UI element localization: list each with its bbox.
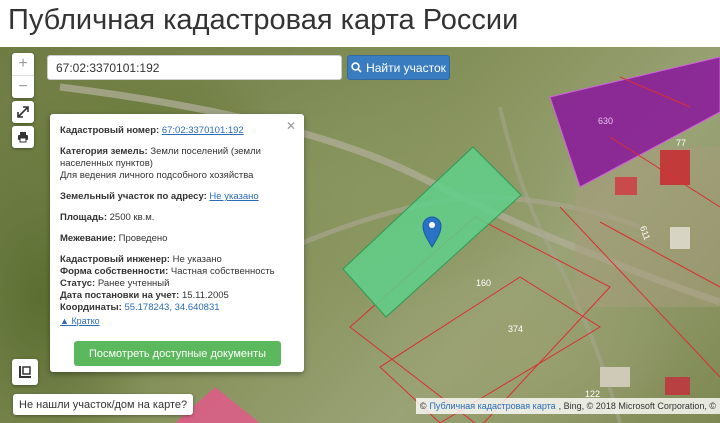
registration-date-value: 15.11.2005	[181, 290, 229, 301]
house-roof	[615, 177, 637, 195]
parcel-label: 160	[476, 278, 491, 288]
not-found-button[interactable]: Не нашли участок/дом на карте?	[13, 394, 194, 415]
ownership-value: Частная собственность	[170, 266, 275, 277]
search-button[interactable]: Найти участок	[347, 55, 450, 80]
fullscreen-button[interactable]	[12, 101, 34, 123]
search-icon	[351, 62, 362, 73]
land-usage-value: Для ведения личного подсобного хозяйства	[60, 170, 254, 181]
house-roof	[665, 377, 690, 395]
cadastral-search-input[interactable]	[47, 55, 342, 80]
parcel-label: 77	[676, 138, 686, 148]
coordinates-label: Координаты:	[60, 302, 122, 313]
cadastral-number-link[interactable]: 67:02:3370101:192	[162, 125, 244, 136]
zoom-in-button[interactable]: +	[12, 53, 34, 75]
address-link[interactable]: Не указано	[209, 191, 258, 202]
collapse-link[interactable]: ▲ Кратко	[60, 316, 294, 326]
registration-date-label: Дата постановки на учет:	[60, 290, 180, 301]
expand-icon	[17, 106, 29, 118]
zoom-out-button[interactable]: −	[12, 75, 34, 98]
ownership-label: Форма собственности:	[60, 266, 169, 277]
view-documents-button[interactable]: Посмотреть доступные документы	[74, 341, 281, 366]
parcel-label: 374	[508, 324, 523, 334]
attribution-text: , Bing, © 2018 Microsoft Corporation, ©	[558, 401, 716, 411]
survey-label: Межевание:	[60, 233, 116, 244]
address-label: Земельный участок по адресу:	[60, 191, 207, 202]
cadastral-number-label: Кадастровый номер:	[60, 125, 160, 136]
house-roof	[660, 150, 690, 185]
area-label: Площадь:	[60, 212, 107, 223]
copyright-symbol: ©	[419, 401, 427, 411]
zoom-controls: + −	[12, 53, 34, 98]
layers-icon	[19, 366, 31, 378]
print-button[interactable]	[12, 126, 34, 148]
house-roof	[600, 367, 630, 387]
layers-button[interactable]	[12, 359, 38, 385]
house-roof	[670, 227, 690, 249]
parcel-info-popup: ✕ Кадастровый номер: 67:02:3370101:192 К…	[50, 114, 304, 372]
area-value: 2500 кв.м.	[109, 212, 155, 223]
status-label: Статус:	[60, 278, 96, 289]
parcel-label: 630	[598, 116, 613, 126]
collapse-link-label: Кратко	[71, 316, 100, 326]
land-category-label: Категория земель:	[60, 146, 148, 157]
attribution-link[interactable]: Публичная кадастровая карта	[429, 401, 555, 411]
close-icon[interactable]: ✕	[286, 119, 296, 133]
engineer-label: Кадастровый инженер:	[60, 254, 170, 265]
map-attribution: © Публичная кадастровая карта , Bing, © …	[415, 398, 720, 414]
survey-value: Проведено	[118, 233, 168, 244]
status-value: Ранее учтенный	[97, 278, 170, 289]
coordinates-value[interactable]: 55.178243, 34.640831	[124, 302, 219, 313]
collapse-arrow-icon: ▲	[60, 316, 69, 326]
engineer-value: Не указано	[172, 254, 222, 265]
page-title: Публичная кадастровая карта России	[8, 4, 519, 36]
search-button-label: Найти участок	[366, 60, 446, 75]
print-icon	[18, 132, 28, 143]
